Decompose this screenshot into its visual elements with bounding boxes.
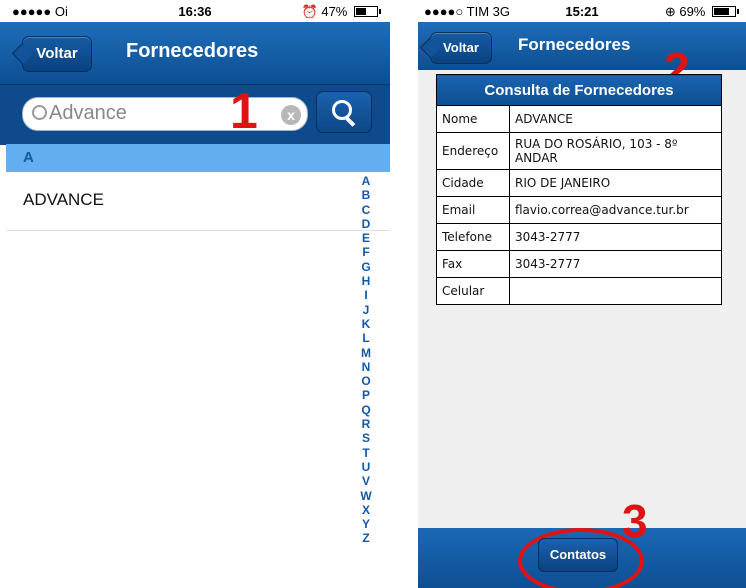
page-title: Fornecedores (126, 40, 259, 62)
rotation-lock-icon: ⊕ (664, 4, 676, 19)
battery-percent: 69% (679, 4, 706, 19)
index-letter[interactable]: F (358, 245, 374, 259)
battery-icon (712, 6, 739, 17)
table-row: Telefone 3043-2777 (436, 223, 722, 251)
row-value: flavio.correa@advance.tur.br (509, 196, 722, 224)
table-row: Fax 3043-2777 (436, 250, 722, 278)
table-row: Celular (436, 277, 722, 305)
row-key: Fax (436, 250, 510, 278)
back-button[interactable]: Voltar (22, 36, 92, 72)
battery-indicator: ⊕ 69% (664, 4, 739, 20)
nav-bar: Voltar Fornecedores (0, 22, 390, 84)
row-key: Nome (436, 105, 510, 133)
battery-indicator: ⏰ 47% (301, 4, 381, 20)
table-row: Cidade RIO DE JANEIRO (436, 169, 722, 197)
left-phone-screen: ●●●●● Oi 16:36 ⏰ 47% Voltar Fornecedores… (0, 0, 390, 588)
search-bar: x (0, 84, 390, 145)
row-value: RIO DE JANEIRO (509, 169, 722, 197)
index-letter[interactable]: O (358, 374, 374, 388)
index-letter[interactable]: V (358, 474, 374, 488)
index-letter[interactable]: B (358, 188, 374, 202)
row-value (509, 277, 722, 305)
section-header: A (6, 144, 390, 172)
index-letter[interactable]: R (358, 417, 374, 431)
row-key: Celular (436, 277, 510, 305)
index-letter[interactable]: P (358, 388, 374, 402)
row-value: 3043-2777 (509, 223, 722, 251)
index-letter[interactable]: W (358, 489, 374, 503)
index-letter[interactable]: K (358, 317, 374, 331)
index-letter[interactable]: T (358, 446, 374, 460)
search-icon (32, 105, 47, 120)
table-title: Consulta de Fornecedores (436, 74, 722, 106)
table-row: Endereço RUA DO ROSÁRIO, 103 - 8º ANDAR (436, 132, 722, 170)
row-key: Telefone (436, 223, 510, 251)
row-value: ADVANCE (509, 105, 722, 133)
index-letter[interactable]: U (358, 460, 374, 474)
index-letter[interactable]: D (358, 217, 374, 231)
index-letter[interactable]: H (358, 274, 374, 288)
right-phone-screen: ●●●●○ TIM 3G 15:21 ⊕ 69% Voltar Forneced… (418, 0, 746, 588)
row-value: 3043-2777 (509, 250, 722, 278)
index-letter[interactable]: I (358, 288, 374, 302)
index-letter[interactable]: X (358, 503, 374, 517)
back-button-label: Voltar (443, 40, 479, 55)
supplier-table: Consulta de Fornecedores Nome ADVANCE End… (436, 74, 722, 305)
index-letter[interactable]: Q (358, 403, 374, 417)
search-field[interactable]: x (22, 97, 308, 131)
index-letter[interactable]: C (358, 203, 374, 217)
list-item[interactable]: ADVANCE (6, 172, 390, 231)
index-letter[interactable]: M (358, 346, 374, 360)
row-key: Email (436, 196, 510, 224)
table-row: Nome ADVANCE (436, 105, 722, 133)
annotation-1: 1 (230, 83, 258, 139)
bottom-toolbar: Contatos (418, 528, 746, 588)
index-letter[interactable]: L (358, 331, 374, 345)
search-button[interactable] (316, 91, 372, 133)
contatos-button[interactable]: Contatos (538, 538, 618, 572)
clear-icon[interactable]: x (281, 105, 301, 125)
table-row: Email flavio.correa@advance.tur.br (436, 196, 722, 224)
index-letter[interactable]: A (358, 174, 374, 188)
index-letter[interactable]: Z (358, 531, 374, 545)
index-letter[interactable]: S (358, 431, 374, 445)
battery-icon (354, 6, 381, 17)
index-letter[interactable]: G (358, 260, 374, 274)
index-letter[interactable]: J (358, 303, 374, 317)
status-bar: ●●●●● Oi 16:36 ⏰ 47% (0, 0, 390, 22)
annotation-3: 3 (622, 495, 648, 547)
back-button-label: Voltar (36, 45, 78, 62)
index-letter[interactable]: E (358, 231, 374, 245)
row-key: Endereço (436, 132, 510, 170)
alarm-icon: ⏰ (301, 4, 318, 19)
index-letter[interactable]: Y (358, 517, 374, 531)
nav-bar: Voltar Fornecedores (418, 22, 746, 70)
index-letter[interactable]: N (358, 360, 374, 374)
page-title: Fornecedores (518, 35, 631, 54)
alphabet-index[interactable]: ABCDEFGHIJKLMNOPQRSTUVWXYZ (358, 174, 374, 546)
battery-percent: 47% (321, 4, 348, 19)
back-button[interactable]: Voltar (430, 32, 492, 64)
row-value: RUA DO ROSÁRIO, 103 - 8º ANDAR (509, 132, 722, 170)
row-key: Cidade (436, 169, 510, 197)
status-bar: ●●●●○ TIM 3G 15:21 ⊕ 69% (418, 0, 746, 22)
